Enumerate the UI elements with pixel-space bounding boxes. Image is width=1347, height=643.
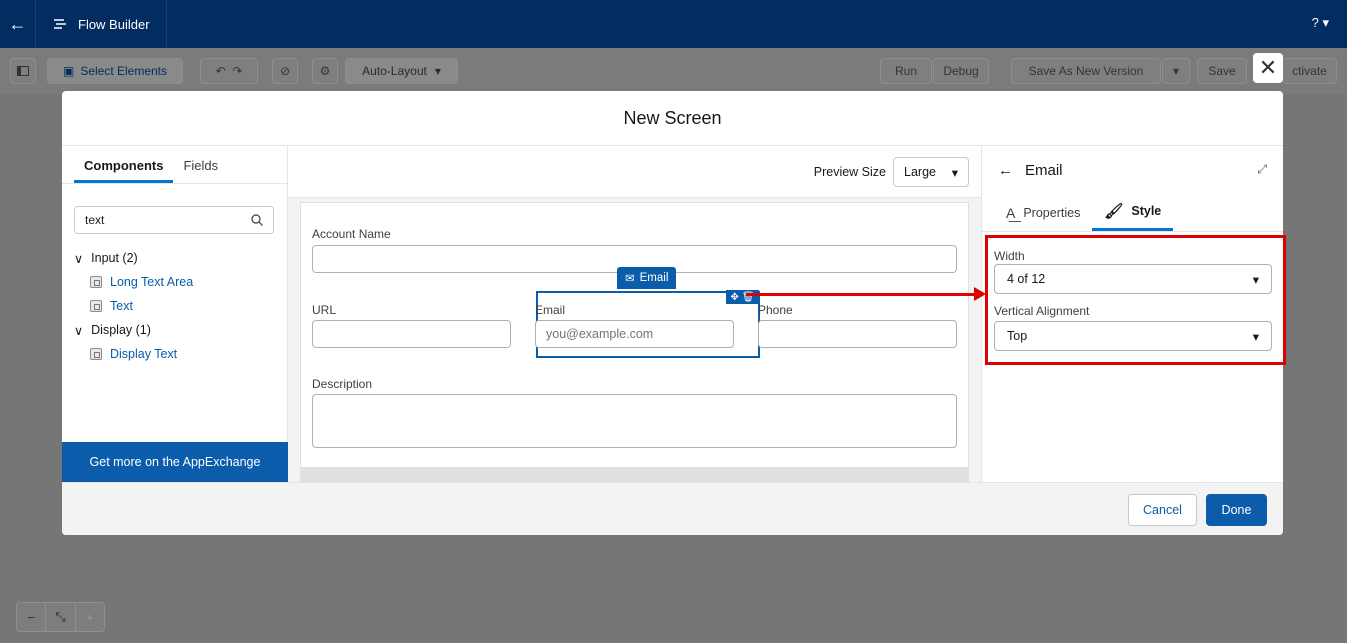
component-text[interactable]: Text xyxy=(74,294,193,318)
debug-button[interactable]: Debug xyxy=(933,58,989,84)
chevron-down-icon: ▾ xyxy=(1172,64,1180,78)
properties-tabs: A͟ Properties 🖌 Style xyxy=(982,194,1283,232)
top-bar: ← Flow Builder ? ▾ xyxy=(0,0,1347,48)
tab-properties[interactable]: A͟ Properties xyxy=(994,194,1092,231)
components-panel: Components Fields text ∨ Input (2) Long … xyxy=(62,146,288,482)
email-field[interactable]: you@example.com xyxy=(535,320,734,348)
chevron-down-icon: ∨ xyxy=(74,323,84,338)
preview-size-select[interactable]: Large ▾ xyxy=(893,157,969,187)
toggle-panel-button[interactable] xyxy=(10,58,36,84)
canvas-footer xyxy=(300,468,969,482)
chevron-down-icon: ▾ xyxy=(951,165,958,180)
brush-icon: 🖌 xyxy=(1104,203,1124,220)
move-icon[interactable]: ✥ xyxy=(730,292,738,303)
components-tree: ∨ Input (2) Long Text Area Text ∨ Displa… xyxy=(74,246,193,366)
chevron-down-icon: ∨ xyxy=(74,251,84,266)
errors-button[interactable]: ⊘ xyxy=(272,58,298,84)
preview-size-label: Preview Size xyxy=(813,165,886,179)
email-component-tag[interactable]: ✉ Email xyxy=(617,267,677,289)
app-menu[interactable]: Flow Builder xyxy=(36,0,167,48)
expand-icon[interactable]: ⤢ xyxy=(1257,162,1267,177)
component-long-text-area[interactable]: Long Text Area xyxy=(74,270,193,294)
highlight-arrowhead xyxy=(974,287,986,301)
components-search-input[interactable]: text xyxy=(74,206,274,234)
app-title: Flow Builder xyxy=(78,16,150,32)
preview-bar: Preview Size Large ▾ xyxy=(288,146,981,198)
activate-button[interactable]: ctivate xyxy=(1282,58,1337,84)
properties-header: ← Email ⤢ xyxy=(982,146,1283,194)
run-button[interactable]: Run xyxy=(880,58,932,84)
screen-canvas: Account Name URL ✉ Email ✥ 🗑 Email you@e… xyxy=(300,202,969,468)
phone-label: Phone xyxy=(758,303,793,317)
select-elements-button[interactable]: ▣ Select Elements xyxy=(47,58,183,84)
screen-canvas-area: Preview Size Large ▾ Account Name URL ✉ … xyxy=(288,146,981,482)
redo-icon: ↷ xyxy=(232,64,243,78)
cancel-button[interactable]: Cancel xyxy=(1128,494,1197,526)
text-input-icon xyxy=(90,300,102,312)
fit-view-button[interactable]: ⤡ xyxy=(46,603,76,631)
undo-redo-group[interactable]: ↶ ↷ xyxy=(200,58,258,84)
url-label: URL xyxy=(312,303,337,317)
done-button[interactable]: Done xyxy=(1206,494,1267,526)
panel-icon xyxy=(17,66,29,76)
select-icon: ▣ xyxy=(62,64,75,78)
description-field[interactable] xyxy=(312,394,957,448)
modal-footer: Cancel Done xyxy=(62,482,1283,535)
url-field[interactable] xyxy=(312,320,511,348)
display-text-icon xyxy=(90,348,102,360)
component-title: Email xyxy=(1025,161,1063,179)
zoom-controls: − ⤡ + xyxy=(16,602,105,632)
toolbar: ▣ Select Elements ↶ ↷ ⊘ ⚙ Auto-Layout ▾ … xyxy=(0,48,1347,94)
flow-icon xyxy=(54,19,66,29)
description-label: Description xyxy=(312,377,373,391)
appexchange-link[interactable]: Get more on the AppExchange xyxy=(62,442,288,482)
auto-layout-select[interactable]: Auto-Layout ▾ xyxy=(345,58,458,84)
gear-icon: ⚙ xyxy=(319,64,331,78)
group-display[interactable]: ∨ Display (1) xyxy=(74,318,193,342)
component-display-text[interactable]: Display Text xyxy=(74,342,193,366)
long-text-area-icon xyxy=(90,276,102,288)
account-name-label: Account Name xyxy=(312,227,391,241)
phone-field[interactable] xyxy=(758,320,957,348)
zoom-in-button[interactable]: + xyxy=(76,603,104,631)
properties-icon: A͟ xyxy=(1006,204,1016,221)
email-icon: ✉ xyxy=(625,273,635,285)
close-modal-button[interactable]: ✕ xyxy=(1253,53,1283,83)
highlight-arrow xyxy=(746,293,978,296)
tab-components[interactable]: Components xyxy=(74,146,174,183)
tab-style[interactable]: 🖌 Style xyxy=(1092,194,1174,231)
settings-button[interactable]: ⚙ xyxy=(312,58,338,84)
search-icon xyxy=(251,214,263,226)
save-as-new-version-button[interactable]: Save As New Version xyxy=(1011,58,1161,84)
undo-icon: ↶ xyxy=(215,64,226,78)
back-arrow-icon[interactable]: ← xyxy=(998,162,1013,179)
help-menu[interactable]: ? ▾ xyxy=(1312,15,1329,31)
highlight-box xyxy=(985,235,1286,365)
back-icon[interactable]: ← xyxy=(0,0,36,48)
modal-title: New Screen xyxy=(62,91,1283,146)
save-menu-chevron[interactable]: ▾ xyxy=(1162,58,1190,84)
chevron-down-icon: ▾ xyxy=(434,64,441,78)
group-input[interactable]: ∨ Input (2) xyxy=(74,246,193,270)
left-tabs: Components Fields xyxy=(62,146,287,184)
tab-fields[interactable]: Fields xyxy=(173,146,228,183)
save-button[interactable]: Save xyxy=(1197,58,1247,84)
no-errors-icon: ⊘ xyxy=(279,64,291,78)
email-label: Email xyxy=(535,303,566,317)
zoom-out-button[interactable]: − xyxy=(17,603,47,631)
